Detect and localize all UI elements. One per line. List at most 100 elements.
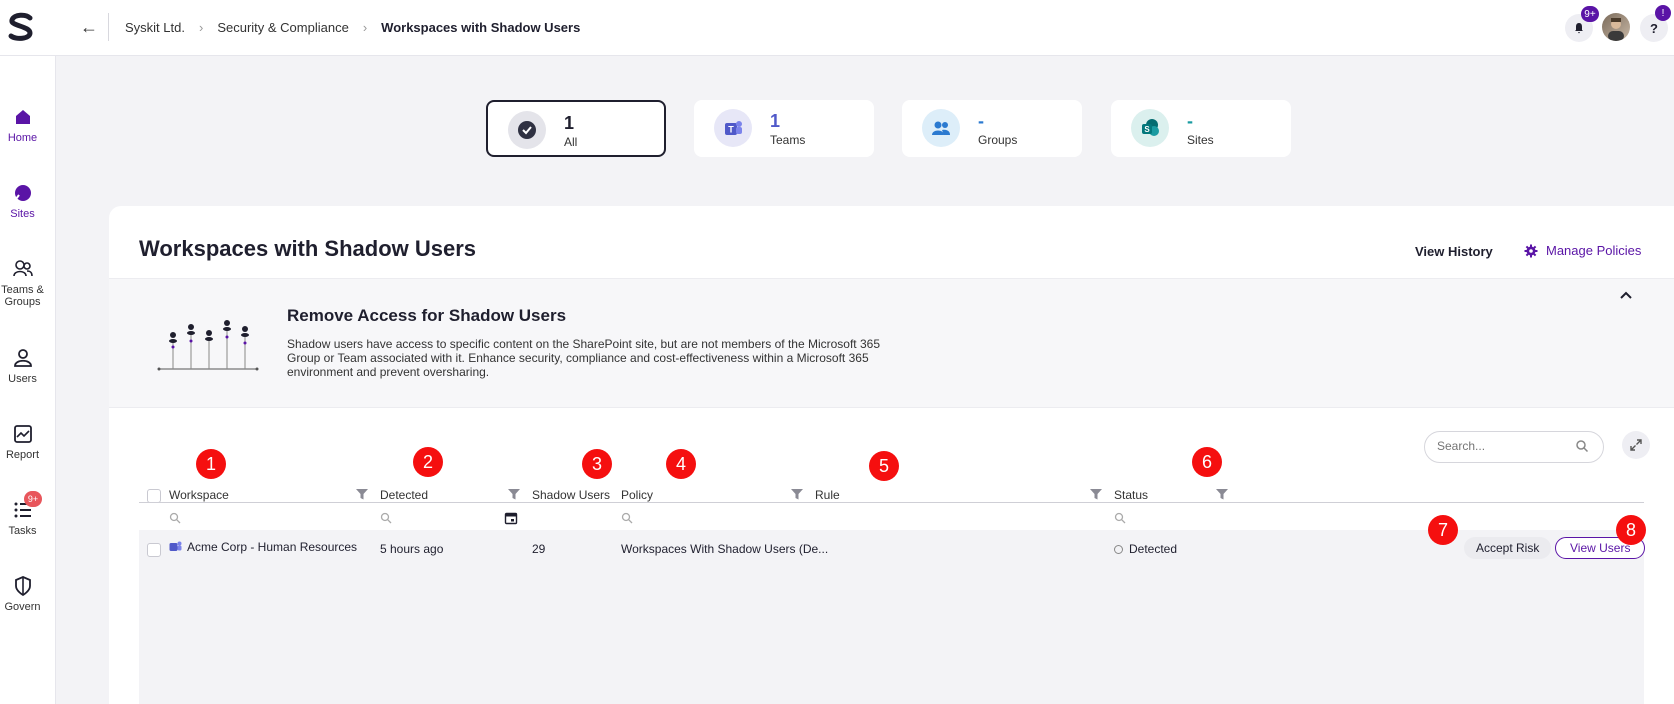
filter-icon[interactable]	[1089, 487, 1103, 501]
column-search-icon[interactable]	[1114, 512, 1126, 524]
sidebar-item-label: Home	[7, 132, 38, 144]
sites-icon	[14, 185, 31, 201]
user-photo-icon	[1608, 18, 1624, 41]
sidebar-item-home[interactable]: Home	[0, 106, 45, 144]
annotation-marker-5: 5	[869, 451, 899, 481]
tasks-badge: 9+	[24, 491, 42, 507]
home-icon	[15, 110, 30, 124]
view-history-button[interactable]: View History	[1415, 244, 1493, 259]
user-icon	[13, 349, 32, 367]
sharepoint-icon: S	[1131, 109, 1169, 147]
search-icon[interactable]	[1575, 439, 1589, 453]
groups-icon	[922, 109, 960, 147]
page-title: Workspaces with Shadow Users	[139, 236, 477, 261]
help-badge: !	[1655, 5, 1671, 21]
back-arrow-icon[interactable]: ←	[80, 17, 98, 38]
shadow-users-illustration	[157, 320, 259, 371]
sidebar-item-label: Teams & Groups	[1, 284, 44, 308]
column-header-detected[interactable]: Detected	[380, 488, 428, 502]
breadcrumb-item-current: Workspaces with Shadow Users	[381, 20, 581, 35]
sidebar-item-govern[interactable]: Govern	[0, 575, 45, 613]
select-all-checkbox[interactable]	[147, 489, 161, 503]
column-search-icon[interactable]	[169, 512, 181, 524]
sidebar-item-tasks[interactable]: 9+ Tasks	[0, 491, 45, 537]
gear-icon	[1524, 244, 1538, 257]
filter-count: 1	[770, 111, 781, 131]
column-header-policy[interactable]: Policy	[621, 488, 653, 502]
header-divider	[139, 502, 1644, 503]
search-input[interactable]	[1437, 439, 1567, 453]
search-box	[1424, 431, 1604, 463]
sidebar-item-label: Users	[8, 373, 37, 385]
svg-text:T: T	[728, 125, 734, 135]
policy-value: Workspaces With Shadow Users (De...	[621, 542, 829, 556]
filter-icon[interactable]	[355, 487, 369, 501]
teams-groups-icon	[12, 260, 33, 277]
annotation-marker-3: 3	[582, 449, 612, 479]
expand-icon	[1630, 439, 1642, 451]
sidebar: Home Sites Teams & Groups Users Report 9…	[0, 56, 56, 704]
sidebar-item-sites[interactable]: Sites	[0, 182, 45, 220]
manage-policies-label: Manage Policies	[1546, 243, 1642, 258]
column-header-shadow-users[interactable]: Shadow Users	[532, 488, 610, 502]
filter-card-sites[interactable]: S - Sites	[1111, 100, 1291, 157]
shadow-users-count: 29	[532, 542, 546, 556]
sidebar-item-teams-groups[interactable]: Teams & Groups	[0, 258, 45, 308]
sidebar-item-report[interactable]: Report	[0, 423, 45, 461]
report-icon	[13, 425, 32, 443]
check-circle-icon	[508, 111, 546, 149]
filter-count: 1	[564, 113, 575, 133]
breadcrumb-separator-icon: ›	[362, 20, 368, 35]
syskit-logo[interactable]	[4, 10, 38, 44]
shield-icon	[14, 576, 31, 597]
filter-label: Groups	[978, 133, 1018, 147]
column-search-icon[interactable]	[380, 512, 392, 524]
filter-label: All	[564, 135, 578, 149]
annotation-marker-8: 8	[1616, 515, 1646, 545]
workspace-name[interactable]: Acme Corp - Human Resources	[187, 540, 357, 554]
breadcrumb-item-security[interactable]: Security & Compliance	[217, 20, 349, 35]
breadcrumb: Syskit Ltd. › Security & Compliance › Wo…	[125, 20, 580, 35]
column-header-rule[interactable]: Rule	[815, 488, 840, 502]
info-banner: Remove Access for Shadow Users Shadow us…	[109, 278, 1674, 408]
sidebar-item-label: Tasks	[8, 525, 37, 537]
filter-card-groups[interactable]: - Groups	[902, 100, 1082, 157]
annotation-marker-7: 7	[1428, 515, 1458, 545]
svg-text:S: S	[1144, 125, 1150, 134]
sidebar-item-users[interactable]: Users	[0, 347, 45, 385]
sidebar-item-label: Govern	[4, 601, 41, 613]
status-label: Detected	[1129, 542, 1178, 556]
filter-count: -	[1187, 111, 1193, 131]
column-header-workspace[interactable]: Workspace	[169, 488, 229, 502]
annotation-marker-4: 4	[666, 449, 696, 479]
avatar[interactable]	[1602, 13, 1630, 41]
accept-risk-button[interactable]: Accept Risk	[1464, 537, 1552, 559]
sidebar-item-label: Report	[5, 449, 40, 461]
filter-card-teams[interactable]: T 1 Teams	[694, 100, 874, 157]
expand-button[interactable]	[1622, 431, 1650, 459]
annotation-marker-6: 6	[1192, 447, 1222, 477]
banner-title: Remove Access for Shadow Users	[287, 306, 567, 325]
filter-icon[interactable]	[1215, 487, 1229, 501]
teams-icon: T	[714, 109, 752, 147]
status-dot-icon	[1114, 545, 1123, 554]
notifications-badge: 9+	[1581, 6, 1599, 22]
column-header-status[interactable]: Status	[1114, 488, 1148, 502]
table-row[interactable]	[139, 530, 1644, 568]
column-search-icon[interactable]	[621, 512, 633, 524]
divider	[108, 13, 109, 41]
table-body-empty-area	[139, 568, 1644, 704]
bell-icon	[1575, 23, 1583, 34]
banner-description: Shadow users have access to specific con…	[287, 337, 880, 379]
filter-card-all[interactable]: 1 All	[486, 100, 666, 157]
teams-icon	[169, 541, 182, 551]
annotation-marker-1: 1	[196, 449, 226, 479]
filter-icon[interactable]	[790, 487, 804, 501]
detected-value: 5 hours ago	[380, 542, 444, 556]
calendar-icon[interactable]	[504, 511, 518, 525]
row-checkbox[interactable]	[147, 543, 161, 557]
filter-icon[interactable]	[507, 487, 521, 501]
breadcrumb-item-organization[interactable]: Syskit Ltd.	[125, 20, 185, 35]
manage-policies-button[interactable]: Manage Policies	[1524, 243, 1641, 258]
chevron-up-icon[interactable]	[1619, 287, 1633, 305]
